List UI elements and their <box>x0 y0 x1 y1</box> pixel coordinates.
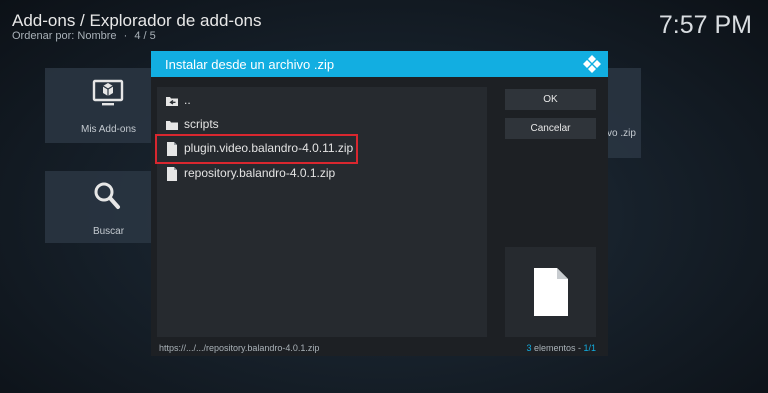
file-icon <box>534 268 568 316</box>
page-indicator: 1/1 <box>583 343 596 353</box>
page-title: Add-ons / Explorador de add-ons <box>12 11 262 30</box>
sort-info: Ordenar por: Nombre · 4 / 5 <box>12 30 156 42</box>
separator: · <box>123 30 128 42</box>
list-item-label: .. <box>184 93 191 107</box>
list-item-repository-zip[interactable]: repository.balandro-4.0.1.zip <box>157 162 487 186</box>
dialog-title: Instalar desde un archivo .zip <box>165 57 335 72</box>
addon-box-icon <box>92 79 124 106</box>
list-item-parent[interactable]: .. <box>157 89 487 113</box>
search-icon <box>94 182 120 209</box>
page-counter: 4 / 5 <box>134 30 156 42</box>
highlight-annotation <box>155 134 358 164</box>
background-partial-label: vo .zip <box>607 128 636 139</box>
item-count-label: elementos - <box>531 343 584 353</box>
dialog-header: Instalar desde un archivo .zip <box>151 51 608 77</box>
ok-button[interactable]: OK <box>505 89 596 110</box>
cancel-button[interactable]: Cancelar <box>505 118 596 139</box>
clock: 7:57 PM <box>658 11 752 39</box>
file-icon <box>167 167 177 181</box>
kodi-logo-icon <box>583 55 601 73</box>
file-list: .. scripts plugin.video.balandro-4.0.11.… <box>157 87 487 337</box>
footer-item-count: 3 elementos - 1/1 <box>526 343 596 353</box>
sort-label: Ordenar por: Nombre <box>12 30 117 42</box>
folder-icon <box>166 121 178 130</box>
install-zip-dialog: Instalar desde un archivo .zip .. script… <box>151 51 608 356</box>
parent-folder-icon <box>166 97 178 106</box>
footer-path: https://.../.../repository.balandro-4.0.… <box>159 343 320 353</box>
background-panel <box>607 68 641 158</box>
list-item-label: repository.balandro-4.0.1.zip <box>184 166 336 180</box>
file-preview <box>505 247 596 337</box>
list-item-label: scripts <box>184 117 219 131</box>
